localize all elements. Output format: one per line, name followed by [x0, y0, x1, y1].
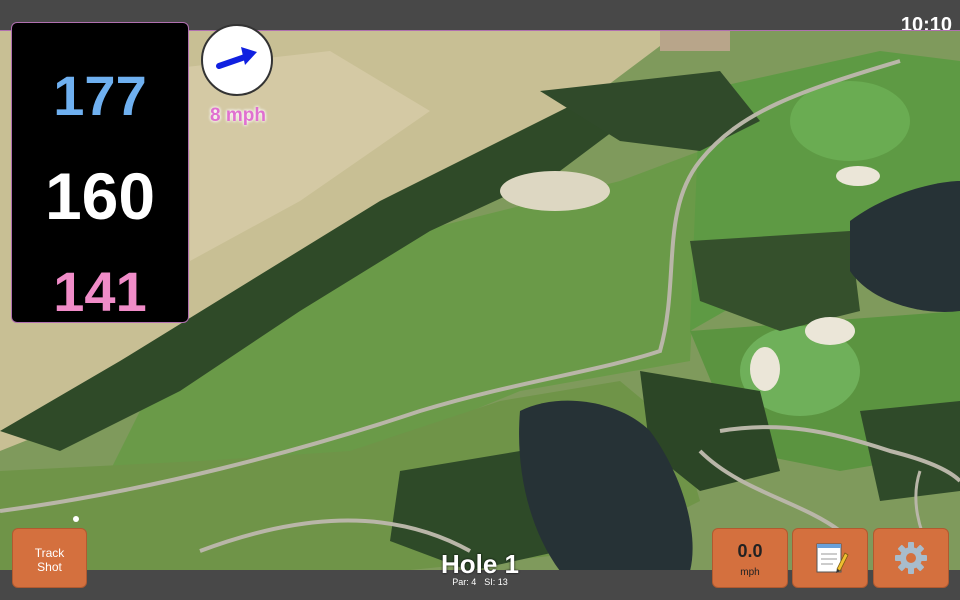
notepad-icon — [816, 543, 849, 573]
wind-speed-label: 8 mph — [210, 105, 266, 126]
hole-si: SI: 13 — [484, 577, 508, 587]
hole-info: Par: 4 SI: 13 — [380, 577, 580, 587]
track-shot-button[interactable]: Track Shot — [12, 528, 87, 588]
hole-par: Par: 4 — [452, 577, 477, 587]
speed-button[interactable]: 0.0 mph — [712, 528, 788, 588]
speed-value: 0.0 — [737, 541, 763, 561]
track-shot-label-line2: Shot — [37, 560, 62, 574]
distance-front: 141 — [53, 260, 147, 323]
notes-button[interactable] — [792, 528, 868, 588]
wind-indicator — [201, 24, 273, 96]
settings-button[interactable] — [873, 528, 949, 588]
hole-title: Hole 1 — [440, 549, 520, 579]
arrow-right-icon — [216, 47, 257, 69]
distance-back: 177 — [53, 64, 147, 127]
distance-middle: 160 — [44, 159, 156, 233]
track-shot-label-line1: Track — [34, 546, 65, 560]
distance-panel: 177 160 141 — [11, 22, 189, 323]
speed-unit: mph — [740, 567, 760, 578]
gear-icon — [895, 542, 927, 574]
